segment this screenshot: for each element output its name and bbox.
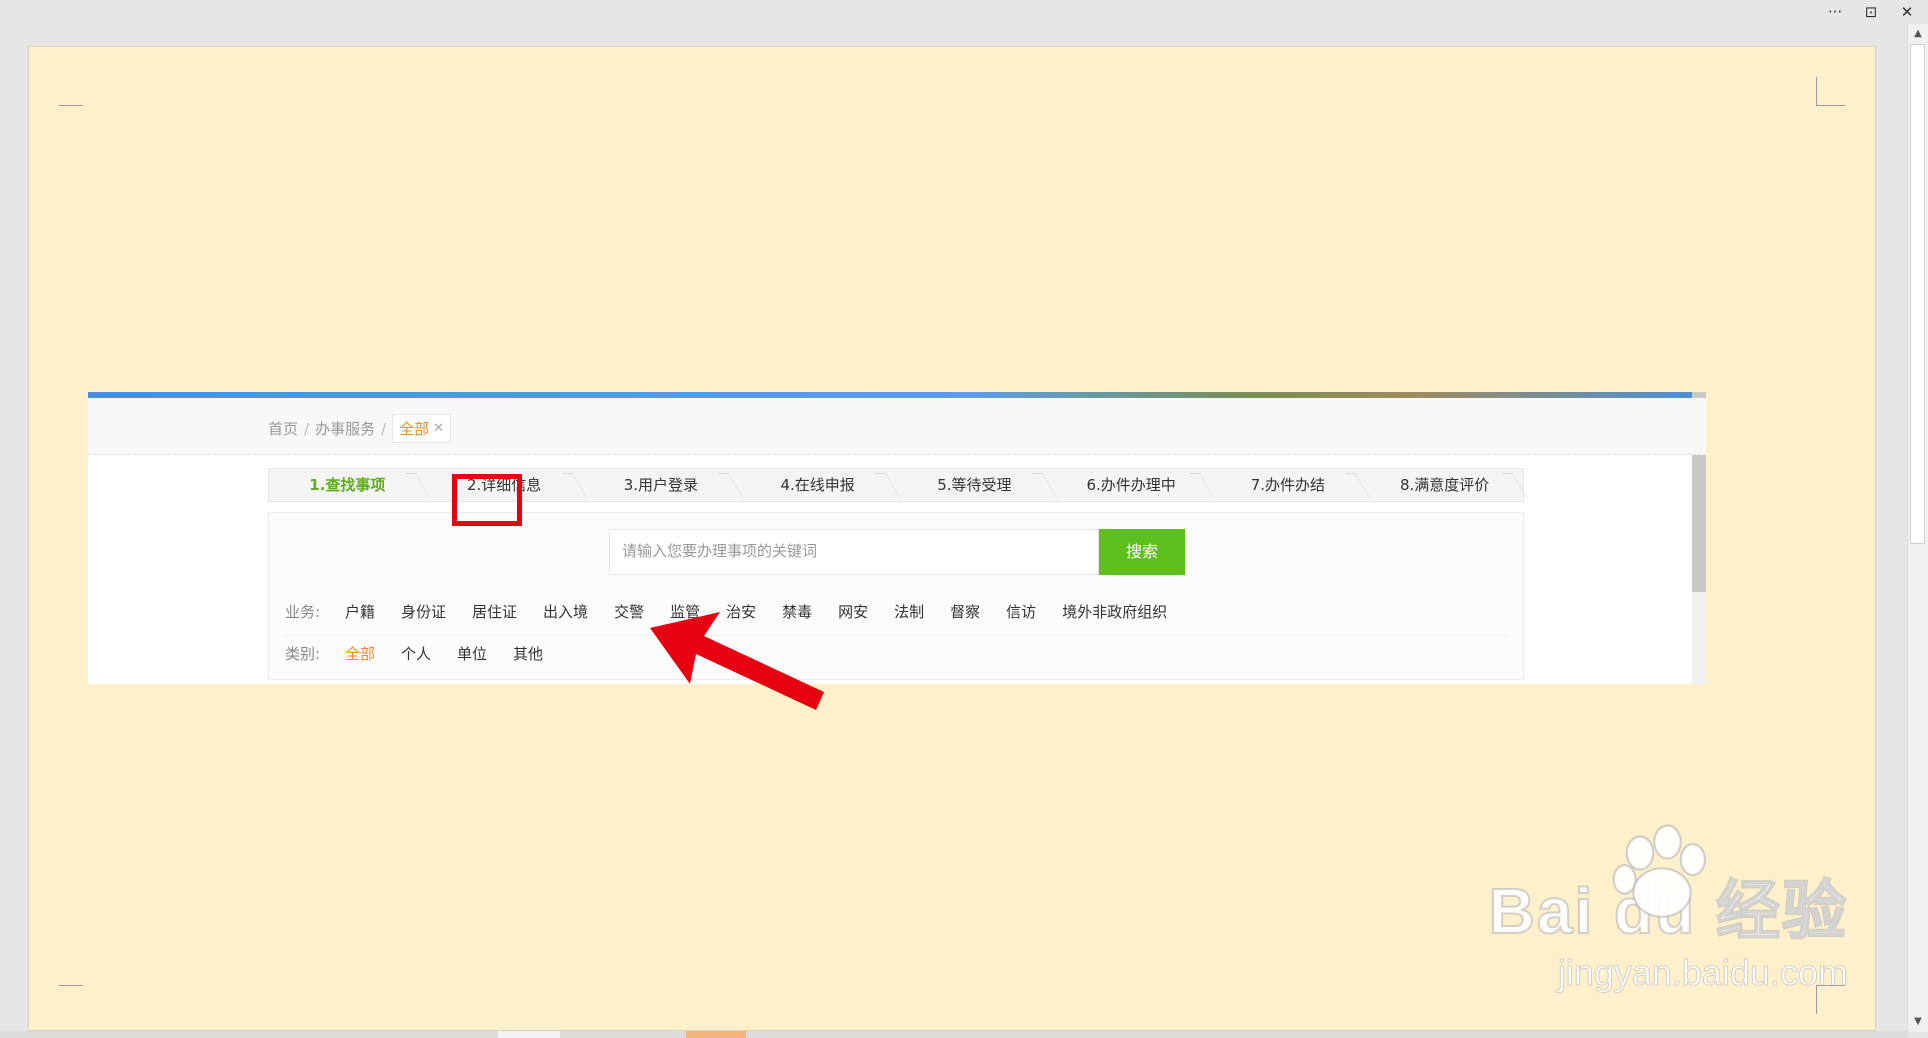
business-item[interactable]: 信访 [1006,601,1036,622]
scroll-segment-active [686,1031,746,1038]
scroll-up-icon[interactable]: ▲ [1908,24,1928,44]
category-item[interactable]: 其他 [513,643,543,664]
scroll-thumb[interactable] [1910,44,1925,544]
pointer-arrow-icon [650,612,824,710]
paw-logo-icon [1612,824,1706,918]
close-icon[interactable]: ✕ [433,421,444,436]
breadcrumb-separator: / [304,419,310,438]
restore-icon[interactable]: ⊡ [1860,3,1882,21]
search-button[interactable]: 搜索 [1099,529,1185,575]
search-row: 请输入您要办理事项的关键词 搜索 [609,529,1185,575]
more-icon[interactable]: ··· [1824,3,1846,21]
business-item[interactable]: 户籍 [345,601,375,622]
business-item[interactable]: 居住证 [472,601,517,622]
filter-divider [285,635,1507,636]
business-label: 业务: [285,603,321,621]
step-in-progress[interactable]: 6.办件办理中 [1053,469,1210,501]
margin-mark-top-right [1816,77,1845,106]
category-item[interactable]: 个人 [401,643,431,664]
search-input[interactable]: 请输入您要办理事项的关键词 [609,529,1099,575]
business-item[interactable]: 网安 [838,601,868,622]
breadcrumb-services[interactable]: 办事服务 [315,418,375,439]
window-controls: ··· ⊡ ✕ [1824,0,1928,24]
watermark: Bai du 经验 jingyan.baidu.com [1488,824,1849,994]
step-await-acceptance[interactable]: 5.等待受理 [896,469,1053,501]
breadcrumb-bar: 首页 / 办事服务 / 全部 ✕ [88,398,1706,455]
vertical-scrollbar[interactable]: ▲ ▼ [1907,24,1928,1032]
embedded-screenshot: 首页 / 办事服务 / 全部 ✕ 1.查找事项 2.详细信息 3.用户登录 4.… [88,392,1706,684]
watermark-url: jingyan.baidu.com [1557,952,1848,994]
margin-mark-top-left [59,105,83,106]
close-icon[interactable]: ✕ [1896,3,1918,21]
breadcrumb: 首页 / 办事服务 / 全部 ✕ [268,414,452,443]
scroll-segment [498,1031,560,1038]
step-completed[interactable]: 7.办件办结 [1210,469,1367,501]
step-apply-online[interactable]: 4.在线申报 [739,469,896,501]
step-login[interactable]: 3.用户登录 [583,469,740,501]
category-label: 类别: [285,645,321,663]
business-item-exit-entry[interactable]: 出入境 [543,601,588,622]
business-item[interactable]: 法制 [894,601,924,622]
category-filter: 类别: 全部 个人 单位 其他 [285,643,569,664]
breadcrumb-home[interactable]: 首页 [268,418,298,439]
breadcrumb-active-label: 全部 [399,420,430,438]
step-find-item[interactable]: 1.查找事项 [269,469,426,501]
highlight-box [452,474,522,526]
business-item[interactable]: 身份证 [401,601,446,622]
margin-mark-bottom-left [59,985,83,986]
horizontal-scrollbar[interactable] [0,1031,1908,1038]
breadcrumb-separator: / [381,419,387,438]
step-evaluation[interactable]: 8.满意度评价 [1366,469,1523,501]
business-item[interactable]: 境外非政府组织 [1062,601,1167,622]
business-item[interactable]: 督察 [950,601,980,622]
breadcrumb-active-tag[interactable]: 全部 ✕ [392,414,452,443]
category-item-all[interactable]: 全部 [345,643,375,664]
search-panel: 请输入您要办理事项的关键词 搜索 业务: 户籍 身份证 居住证 出入境 交警 监… [268,512,1524,680]
scroll-down-icon[interactable]: ▼ [1908,1012,1928,1032]
category-item[interactable]: 单位 [457,643,487,664]
